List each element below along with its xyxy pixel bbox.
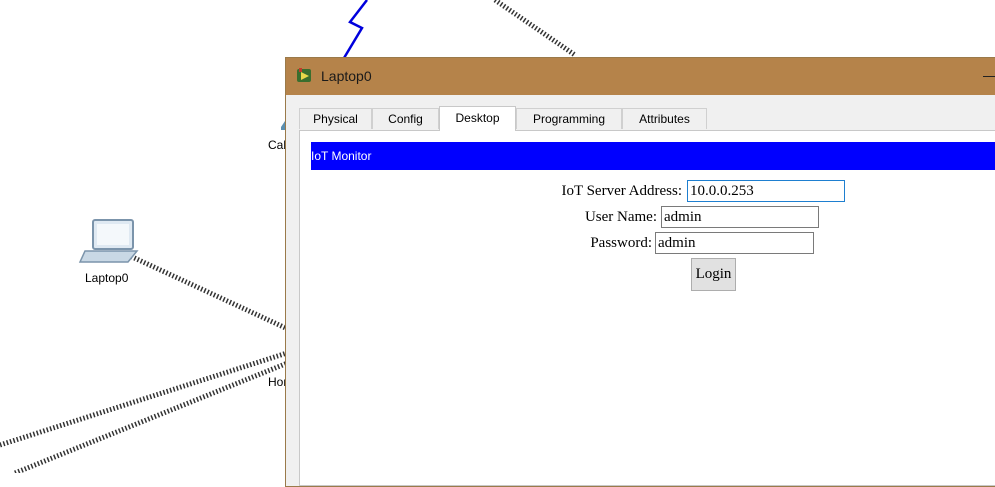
cable-link — [126, 252, 292, 333]
desktop-content: IoT Monitor IoT Server Address: User Nam… — [299, 130, 995, 486]
cable-link — [493, 0, 577, 58]
tab-desktop[interactable]: Desktop — [439, 106, 516, 131]
server-address-input[interactable] — [687, 180, 845, 202]
wireless-link — [342, 0, 368, 59]
laptop-icon — [78, 219, 139, 263]
server-address-label: IoT Server Address: — [561, 183, 682, 199]
tab-programming[interactable]: Programming — [516, 108, 622, 129]
cable-link — [0, 349, 291, 448]
tab-config[interactable]: Config — [372, 108, 439, 129]
iot-monitor-header: IoT Monitor — [311, 142, 995, 170]
password-input[interactable] — [655, 232, 814, 254]
packet-tracer-icon — [297, 68, 311, 82]
username-label: User Name: — [584, 209, 657, 225]
device-label-laptop0[interactable]: Laptop0 — [85, 271, 128, 285]
device-window: Laptop0 Physical Config Desktop Programm… — [285, 57, 995, 487]
window-titlebar[interactable]: Laptop0 — [286, 58, 995, 95]
username-input[interactable] — [661, 206, 819, 228]
login-button[interactable]: Login — [691, 258, 736, 291]
password-label: Password: — [590, 235, 652, 251]
tab-physical[interactable]: Physical — [299, 108, 372, 129]
minimize-icon[interactable] — [983, 76, 995, 77]
cable-link — [14, 359, 291, 473]
tab-attributes[interactable]: Attributes — [622, 108, 707, 129]
window-title: Laptop0 — [321, 68, 372, 84]
tab-bar: Physical Config Desktop Programming Attr… — [286, 95, 995, 131]
